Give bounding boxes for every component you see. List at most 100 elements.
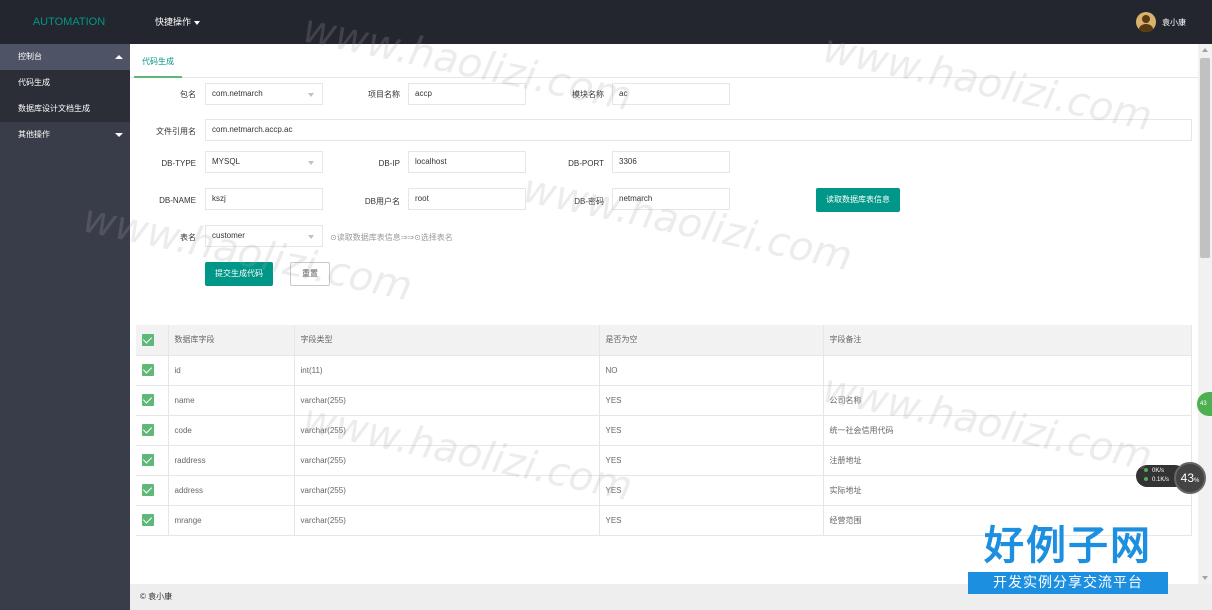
network-speed-widget[interactable]: 0K/s 0.1K/s 43% [1136, 462, 1208, 494]
table-header-row: 数据库字段 字段类型 是否为空 字段备注 [136, 325, 1192, 356]
row-checkbox[interactable] [142, 394, 154, 406]
row-checkbox[interactable] [142, 514, 154, 526]
net-up: 0K/s [1152, 468, 1165, 474]
row-check-cell[interactable] [136, 475, 169, 506]
table-row: code varchar(255) YES 统一社会信用代码 [136, 415, 1192, 446]
dbuser-input[interactable]: root [408, 188, 526, 210]
user-name: 袁小康 [1162, 17, 1186, 27]
col-header-comment: 字段备注 [823, 325, 1192, 356]
cell-field: id [168, 355, 295, 386]
sidebar-section-label: 控制台 [18, 52, 42, 61]
cell-field: code [168, 415, 295, 446]
scroll-up-icon[interactable] [1202, 48, 1208, 52]
dbport-input[interactable]: 3306 [612, 151, 730, 173]
tab-bar: 代码生成 [130, 44, 1198, 78]
table-hint: ⊙读取数据库表信息⇒⇒⊙选择表名 [330, 233, 453, 242]
dbuser-label: DB用户名 [364, 197, 400, 206]
user-menu[interactable]: 袁小康 [1136, 0, 1186, 44]
fields-table: 数据库字段 字段类型 是否为空 字段备注 id int(11) NO name [136, 325, 1192, 543]
package-label: 包名 [180, 90, 196, 99]
cell-type: varchar(255) [294, 505, 600, 536]
top-bar: AUTOMATION 快捷操作 袁小康 [0, 0, 1212, 44]
dbtype-value: MYSQL [212, 157, 241, 166]
row-check-cell[interactable] [136, 385, 169, 416]
read-db-button[interactable]: 读取数据库表信息 [816, 188, 900, 212]
chevron-down-icon [115, 133, 123, 137]
sidebar-section-console[interactable]: 控制台 [0, 44, 130, 70]
download-dot-icon [1144, 477, 1148, 481]
chevron-down-icon [308, 161, 314, 165]
dbname-label: DB-NAME [159, 196, 196, 205]
cell-comment [823, 355, 1192, 386]
import-input[interactable]: com.netmarch.accp.ac [205, 119, 1192, 141]
sidebar-item-code-gen[interactable]: 代码生成 [0, 70, 130, 96]
sidebar-section-label: 其他操作 [18, 130, 50, 139]
net-down: 0.1K/s [1152, 477, 1170, 483]
package-value: com.netmarch [212, 89, 263, 98]
reset-button[interactable]: 重置 [290, 262, 330, 286]
row-checkbox[interactable] [142, 454, 154, 466]
table-name-label: 表名 [180, 233, 196, 242]
package-select[interactable]: com.netmarch [205, 83, 323, 105]
avatar [1136, 12, 1156, 32]
row-checkbox[interactable] [142, 484, 154, 496]
dbport-label: DB-PORT [568, 159, 604, 168]
percent-unit: % [1194, 478, 1200, 484]
upload-dot-icon [1144, 468, 1148, 472]
module-input[interactable]: ac [612, 83, 730, 105]
table-name-select[interactable]: customer [205, 225, 323, 247]
dbtype-select[interactable]: MYSQL [205, 151, 323, 173]
select-all-cell[interactable] [136, 325, 169, 356]
row-check-cell[interactable] [136, 505, 169, 536]
quick-actions-menu[interactable]: 快捷操作 [155, 0, 201, 44]
scrollbar-thumb[interactable] [1200, 58, 1210, 258]
cell-field: mrange [168, 505, 295, 536]
chevron-up-icon [115, 55, 123, 59]
cell-comment: 公司名称 [823, 385, 1192, 416]
tab-code-gen[interactable]: 代码生成 [134, 52, 182, 78]
cell-nullable: YES [599, 475, 824, 506]
sidebar-section-other[interactable]: 其他操作 [0, 122, 130, 148]
row-check-cell[interactable] [136, 445, 169, 476]
chevron-down-icon [308, 93, 314, 97]
cell-field: address [168, 475, 295, 506]
table-name-value: customer [212, 231, 245, 240]
footer: © 袁小康 [130, 584, 1212, 610]
row-checkbox[interactable] [142, 424, 154, 436]
cell-nullable: YES [599, 505, 824, 536]
select-all-checkbox[interactable] [142, 333, 154, 346]
scroll-down-icon[interactable] [1202, 576, 1208, 580]
col-header-nullable: 是否为空 [599, 325, 824, 356]
project-label: 项目名称 [368, 90, 400, 99]
cell-field: raddress [168, 445, 295, 476]
dbpass-label: DB-密码 [574, 197, 604, 206]
submit-button[interactable]: 提交生成代码 [205, 262, 273, 286]
row-check-cell[interactable] [136, 415, 169, 446]
sidebar-item-db-doc-gen[interactable]: 数据库设计文档生成 [0, 96, 130, 122]
cell-type: int(11) [294, 355, 600, 386]
table-row: id int(11) NO [136, 355, 1192, 386]
table-row: raddress varchar(255) YES 注册地址 [136, 445, 1192, 476]
page-scrollbar[interactable] [1198, 44, 1212, 584]
cell-type: varchar(255) [294, 475, 600, 506]
cell-field: name [168, 385, 295, 416]
import-label: 文件引用名 [156, 127, 196, 136]
app-logo[interactable]: AUTOMATION [10, 0, 128, 44]
row-check-cell[interactable] [136, 355, 169, 386]
dbtype-label: DB-TYPE [161, 159, 196, 168]
dbip-label: DB-IP [378, 159, 400, 168]
row-checkbox[interactable] [142, 364, 154, 376]
dbip-input[interactable]: localhost [408, 151, 526, 173]
dbname-input[interactable]: kszj [205, 188, 323, 210]
chevron-down-icon [194, 20, 201, 25]
dbpass-input[interactable]: netmarch [612, 188, 730, 210]
cell-type: varchar(255) [294, 385, 600, 416]
cell-type: varchar(255) [294, 415, 600, 446]
col-header-type: 字段类型 [294, 325, 600, 356]
cell-nullable: NO [599, 355, 824, 386]
project-input[interactable]: accp [408, 83, 526, 105]
cell-comment: 经营范围 [823, 505, 1192, 536]
quick-actions-label: 快捷操作 [155, 17, 192, 27]
percent-value: 43 [1180, 471, 1194, 485]
table-row: name varchar(255) YES 公司名称 [136, 385, 1192, 416]
